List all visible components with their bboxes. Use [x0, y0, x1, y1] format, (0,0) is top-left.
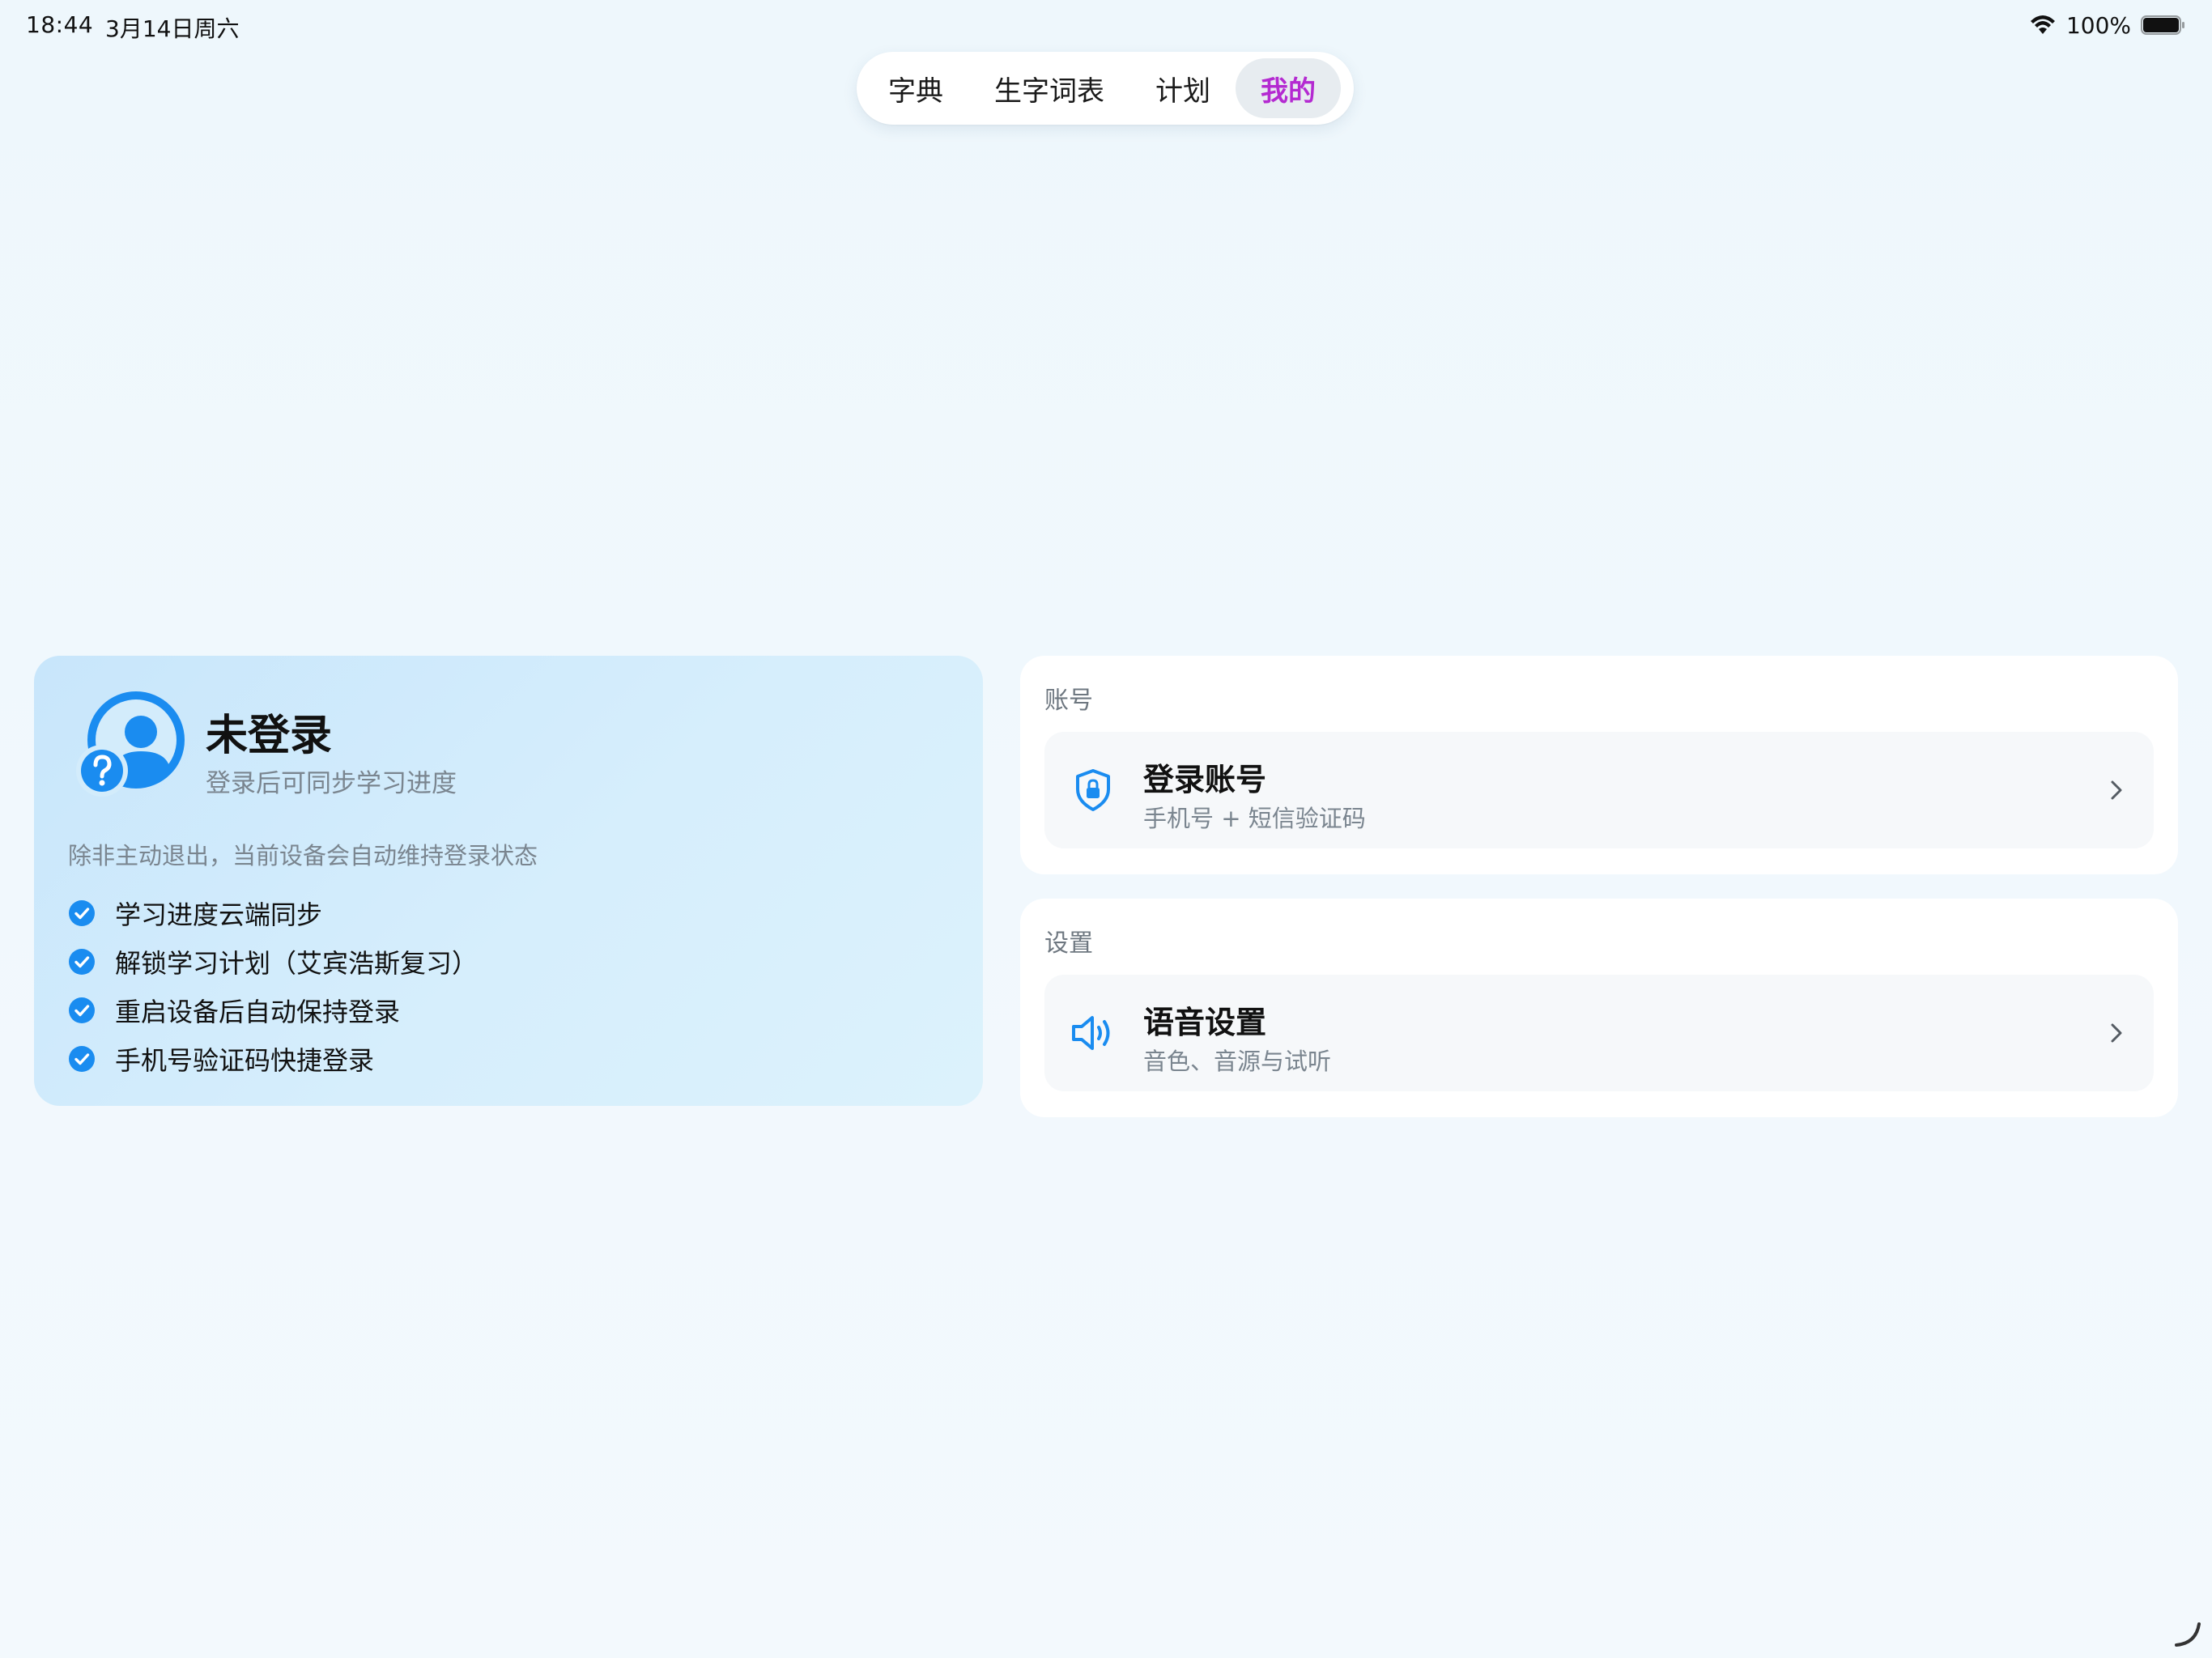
battery-icon: [2141, 15, 2184, 35]
check-circle-icon: [69, 949, 95, 975]
login-benefits-list: 学习进度云端同步 解锁学习计划（艾宾浩斯复习） 重启设备后自动保持登录 手机号验…: [68, 889, 478, 1083]
account-section: 账号 登录账号 手机号 + 短信验证码: [1020, 656, 2178, 874]
login-account-title: 登录账号: [1143, 762, 1267, 797]
account-section-title: 账号: [1044, 687, 1093, 715]
check-circle-icon: [69, 900, 95, 926]
login-status-title: 未登录: [206, 712, 333, 760]
login-persistence-note: 除非主动退出，当前设备会自动维持登录状态: [68, 842, 538, 869]
login-account-subtitle: 手机号 + 短信验证码: [1143, 805, 1366, 832]
benefit-text: 解锁学习计划（艾宾浩斯复习）: [115, 948, 479, 979]
login-status-subtitle: 登录后可同步学习进度: [206, 769, 457, 798]
tab-mine[interactable]: 我的: [1236, 58, 1341, 118]
voice-settings-row[interactable]: 语音设置 音色、音源与试听: [1044, 975, 2154, 1091]
wifi-icon: [2030, 15, 2055, 34]
status-indicators: 100%: [2029, 10, 2186, 40]
benefit-text: 手机号验证码快捷登录: [115, 1045, 375, 1076]
benefit-item: 手机号验证码快捷登录: [68, 1035, 478, 1083]
settings-section-title: 设置: [1044, 929, 1093, 958]
tab-vocabulary[interactable]: 生字词表: [968, 58, 1130, 118]
benefit-text: 学习进度云端同步: [115, 899, 323, 930]
speaker-icon: [1072, 1016, 1110, 1050]
check-circle-icon: [69, 1046, 95, 1072]
top-tab-bar: 字典 生字词表 计划 我的: [857, 52, 1354, 125]
battery-percentage: 100%: [2065, 11, 2131, 39]
benefit-text: 重启设备后自动保持登录: [115, 997, 401, 1027]
benefit-item: 学习进度云端同步: [68, 889, 478, 937]
settings-section: 设置 语音设置 音色、音源与试听: [1020, 899, 2178, 1117]
benefit-item: 重启设备后自动保持登录: [68, 986, 478, 1035]
window-resize-handle-icon[interactable]: [2172, 1618, 2204, 1650]
voice-settings-subtitle: 音色、音源与试听: [1143, 1048, 1332, 1075]
voice-settings-title: 语音设置: [1143, 1005, 1267, 1040]
login-status-card[interactable]: 未登录 登录后可同步学习进度 除非主动退出，当前设备会自动维持登录状态 学习进度…: [34, 656, 983, 1106]
status-date: 3月14日周六: [105, 15, 240, 42]
benefit-item: 解锁学习计划（艾宾浩斯复习）: [68, 937, 478, 986]
tab-dictionary[interactable]: 字典: [863, 58, 968, 118]
status-bar: 18:44 3月14日周六 100%: [0, 0, 2212, 50]
shield-lock-icon: [1076, 769, 1110, 811]
user-unknown-avatar-icon: [76, 691, 185, 797]
tab-plan[interactable]: 计划: [1130, 58, 1236, 118]
chevron-right-icon: [2111, 1023, 2122, 1043]
status-time: 18:44: [26, 11, 94, 38]
check-circle-icon: [69, 997, 95, 1023]
login-account-row[interactable]: 登录账号 手机号 + 短信验证码: [1044, 732, 2154, 848]
chevron-right-icon: [2111, 780, 2122, 800]
